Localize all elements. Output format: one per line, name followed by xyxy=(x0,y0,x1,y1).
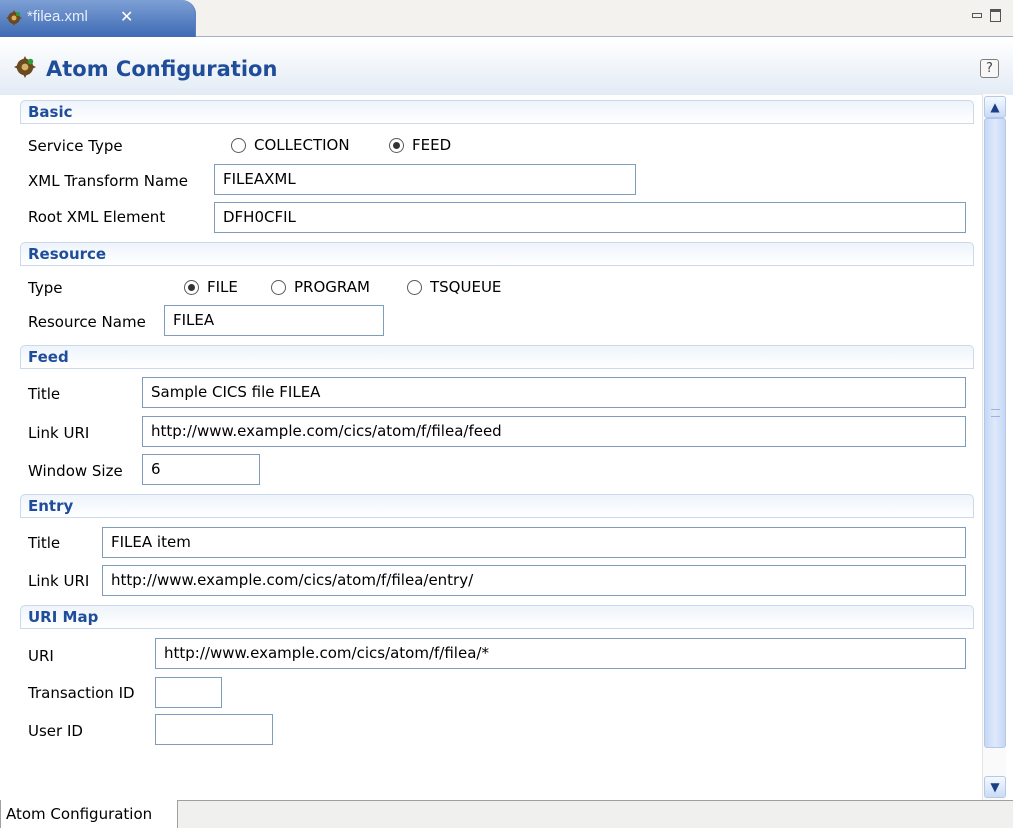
window-size-label: Window Size xyxy=(28,462,123,480)
section-feed[interactable]: Feed xyxy=(20,345,974,369)
entry-title-label: Title xyxy=(28,534,61,552)
vertical-scrollbar[interactable]: ▲ ▼ xyxy=(982,94,1006,800)
section-title-entry: Entry xyxy=(28,497,74,515)
resource-type-label: Type xyxy=(28,279,63,297)
close-icon[interactable]: ✕ xyxy=(120,7,133,26)
radio-program-dot[interactable] xyxy=(271,279,286,295)
entry-title-input[interactable]: FILEA item xyxy=(102,527,966,558)
feed-link-uri-label: Link URI xyxy=(28,424,90,442)
radio-collection[interactable]: COLLECTION xyxy=(231,136,350,154)
resource-name-input[interactable]: FILEA xyxy=(164,305,384,336)
radio-feed-label: FEED xyxy=(412,136,452,154)
section-title-basic: Basic xyxy=(28,103,73,121)
service-type-label: Service Type xyxy=(28,137,123,155)
uri-input[interactable]: http://www.example.com/cics/atom/f/filea… xyxy=(155,638,966,669)
radio-tsqueue-dot[interactable] xyxy=(407,279,422,295)
editor-tab-title: *filea.xml xyxy=(27,8,88,25)
transaction-id-label: Transaction ID xyxy=(28,684,135,702)
section-entry[interactable]: Entry xyxy=(20,494,974,518)
transaction-id-input[interactable] xyxy=(155,677,222,708)
user-id-label: User ID xyxy=(28,722,83,740)
feed-title-label: Title xyxy=(28,385,61,403)
xml-transform-input[interactable]: FILEAXML xyxy=(214,164,636,195)
window-size-input[interactable]: 6 xyxy=(142,454,260,485)
section-uri-map[interactable]: URI Map xyxy=(20,605,974,629)
radio-program[interactable]: PROGRAM xyxy=(271,278,370,296)
page-tab-atom-configuration[interactable]: Atom Configuration xyxy=(0,800,178,828)
atom-gear-icon xyxy=(6,10,22,26)
radio-file-label: FILE xyxy=(207,278,238,296)
editor-tab-filea[interactable]: *filea.xml ✕ xyxy=(0,0,196,37)
root-xml-element-input[interactable]: DFH0CFIL xyxy=(214,202,966,233)
scroll-down-arrow-icon[interactable]: ▼ xyxy=(984,776,1006,798)
radio-file-dot[interactable] xyxy=(184,279,199,295)
root-xml-element-label: Root XML Element xyxy=(28,208,166,226)
resource-name-label: Resource Name xyxy=(28,313,146,331)
minimize-icon[interactable] xyxy=(972,13,982,18)
section-basic[interactable]: Basic xyxy=(20,100,974,124)
section-resource[interactable]: Resource xyxy=(20,242,974,266)
radio-feed-dot[interactable] xyxy=(389,137,404,153)
entry-link-uri-label: Link URI xyxy=(28,572,90,590)
form-header: Atom Configuration ? xyxy=(0,38,1013,95)
section-title-resource: Resource xyxy=(28,245,107,263)
feed-link-uri-input[interactable]: http://www.example.com/cics/atom/f/filea… xyxy=(142,416,966,447)
section-title-uri-map: URI Map xyxy=(28,608,99,626)
feed-title-input[interactable]: Sample CICS file FILEA xyxy=(142,377,966,408)
section-title-feed: Feed xyxy=(28,348,69,366)
radio-collection-label: COLLECTION xyxy=(254,136,350,154)
help-icon[interactable]: ? xyxy=(980,59,999,78)
entry-link-uri-input[interactable]: http://www.example.com/cics/atom/f/filea… xyxy=(102,565,966,596)
user-id-input[interactable] xyxy=(155,714,273,745)
xml-transform-label: XML Transform Name xyxy=(28,172,188,190)
radio-tsqueue[interactable]: TSQUEUE xyxy=(407,278,501,296)
editor-tab-bar: *filea.xml ✕ xyxy=(0,0,1013,37)
grip-icon xyxy=(991,409,1000,417)
radio-program-label: PROGRAM xyxy=(294,278,370,296)
radio-collection-dot[interactable] xyxy=(231,137,246,153)
scrollbar-thumb[interactable] xyxy=(984,118,1006,748)
radio-feed[interactable]: FEED xyxy=(389,136,451,154)
scroll-up-arrow-icon[interactable]: ▲ xyxy=(984,96,1006,118)
atom-gear-icon xyxy=(14,56,36,78)
maximize-icon[interactable] xyxy=(990,9,1001,22)
uri-label: URI xyxy=(28,647,54,665)
radio-file[interactable]: FILE xyxy=(184,278,238,296)
page-tab-bar: Atom Configuration xyxy=(0,800,1013,828)
page-title: Atom Configuration xyxy=(46,57,278,81)
radio-tsqueue-label: TSQUEUE xyxy=(430,278,502,296)
window-controls xyxy=(972,9,1001,27)
